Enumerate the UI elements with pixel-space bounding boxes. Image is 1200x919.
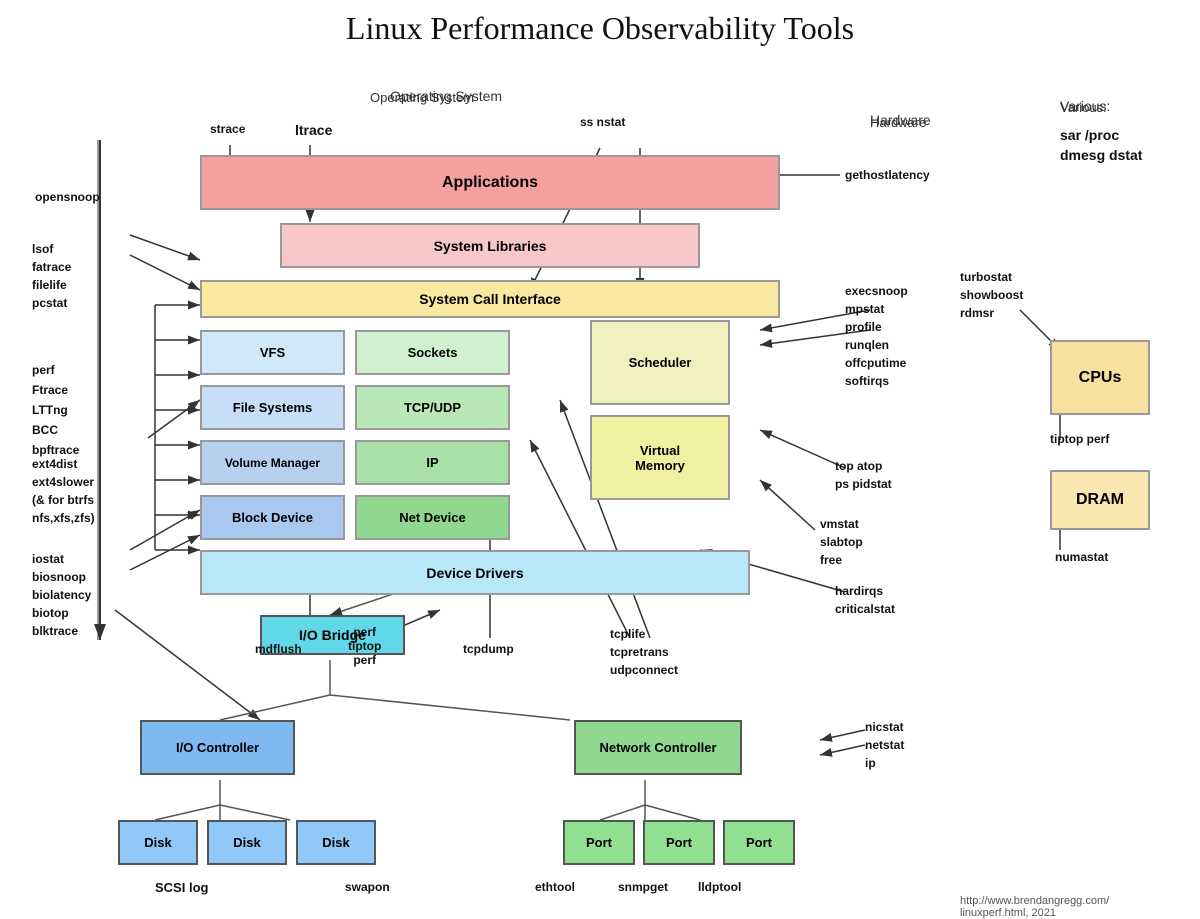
lsof-group-label: lsof fatrace filelife pcstat <box>32 240 71 312</box>
disk3-box: Disk <box>296 820 376 865</box>
page-title: Linux Performance Observability Tools <box>0 0 1200 47</box>
net-device-box: Net Device <box>355 495 510 540</box>
filesystem-box: File Systems <box>200 385 345 430</box>
ltrace-label: ltrace <box>295 122 332 138</box>
diagram: Operating System Hardware Various: Appli… <box>0 60 1200 900</box>
mdflush-label: mdflush <box>255 642 302 656</box>
disk2-box: Disk <box>207 820 287 865</box>
hardirqs-group-label: hardirqs criticalstat <box>835 582 895 618</box>
syscall-interface-box: System Call Interface <box>200 280 780 318</box>
scsi-log-label: SCSI log <box>155 880 208 895</box>
volume-manager-box: Volume Manager <box>200 440 345 485</box>
tcpdump-label: tcpdump <box>463 642 514 656</box>
snmpget-label: snmpget <box>618 880 668 894</box>
various-section-label: Various: <box>1060 98 1110 114</box>
hardware-section-label: Hardware <box>870 112 931 128</box>
virtual-memory-box: Virtual Memory <box>590 415 730 500</box>
strace-label: strace <box>210 122 245 136</box>
sockets-box: Sockets <box>355 330 510 375</box>
main-container: Linux Performance Observability Tools <box>0 0 1200 900</box>
os-section-label: Operating System <box>390 88 502 104</box>
perf-tiptop-label: perf tiptop perf <box>348 625 381 667</box>
swapon-label: swapon <box>345 880 390 894</box>
ethtool-label: ethtool <box>535 880 575 894</box>
block-device-box: Block Device <box>200 495 345 540</box>
system-libraries-box: System Libraries <box>280 223 700 268</box>
perf-group-label: perf Ftrace LTTng BCC bpftrace <box>32 360 79 460</box>
various-tools-label: sar /proc dmesg dstat <box>1060 125 1142 165</box>
applications-box: Applications <box>200 155 780 210</box>
device-drivers-box: Device Drivers <box>200 550 750 595</box>
dram-box: DRAM <box>1050 470 1150 530</box>
tcpudp-box: TCP/UDP <box>355 385 510 430</box>
lldptool-label: lldptool <box>698 880 741 894</box>
bio-group-label: iostat biosnoop biolatency biotop blktra… <box>32 550 91 640</box>
ss-nstat-label: ss nstat <box>580 115 625 129</box>
tiptop-group-label: tiptop perf <box>1050 430 1109 448</box>
vfs-box: VFS <box>200 330 345 375</box>
opensnoop-label: opensnoop <box>35 190 100 204</box>
port3-box: Port <box>723 820 795 865</box>
port2-box: Port <box>643 820 715 865</box>
nicstat-group-label: nicstat netstat ip <box>865 718 904 772</box>
numastat-label: numastat <box>1055 550 1108 564</box>
scheduler-box: Scheduler <box>590 320 730 405</box>
io-controller-box: I/O Controller <box>140 720 295 775</box>
ip-box: IP <box>355 440 510 485</box>
ext4-group-label: ext4dist ext4slower (& for btrfs nfs,xfs… <box>32 455 95 527</box>
vmstat-group-label: vmstat slabtop free <box>820 515 863 569</box>
tcp-group-label: tcplife tcpretrans udpconnect <box>610 625 678 679</box>
execsnoop-group-label: execsnoop mpstat profile runqlen offcput… <box>845 282 908 390</box>
turbostat-group-label: turbostat showboost rdmsr <box>960 268 1023 322</box>
gethostlatency-label: gethostlatency <box>845 168 930 182</box>
top-group-label: top atop ps pidstat <box>835 457 892 493</box>
cpus-box: CPUs <box>1050 340 1150 415</box>
website-label: http://www.brendangregg.com/ linuxperf.h… <box>960 895 1109 919</box>
port1-box: Port <box>563 820 635 865</box>
net-controller-box: Network Controller <box>574 720 742 775</box>
disk1-box: Disk <box>118 820 198 865</box>
